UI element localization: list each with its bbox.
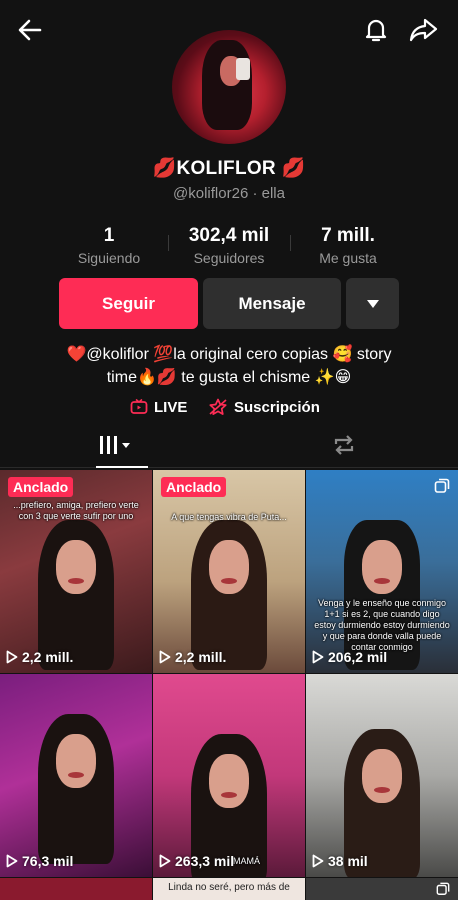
video-tile[interactable] bbox=[306, 878, 458, 900]
stat-value: 302,4 mil bbox=[188, 225, 270, 246]
pinned-badge: Anclado bbox=[161, 477, 227, 497]
video-caption: Venga y le enseño que conmigo 1+1 si es … bbox=[314, 598, 450, 652]
view-count: 38 mil bbox=[312, 853, 368, 869]
bio-line: time🔥💋 te gusta el chisme ✨😁 bbox=[106, 369, 352, 386]
view-count: 206,2 mil bbox=[312, 649, 387, 665]
play-icon bbox=[159, 650, 171, 664]
video-caption: MAMÁ bbox=[233, 856, 260, 866]
triangle-down-icon bbox=[366, 294, 380, 314]
subscription-star-icon bbox=[208, 398, 228, 416]
tab-videos[interactable] bbox=[0, 426, 229, 468]
stat-likes[interactable]: 7 mill. Me gusta bbox=[288, 225, 408, 266]
video-caption: A que tengas vibra de Puta... bbox=[171, 512, 287, 522]
video-tile[interactable]: 38 mil bbox=[306, 674, 458, 877]
pinned-badge: Anclado bbox=[8, 477, 74, 497]
bio-line: ❤️@koliflor 💯la original cero copias 🥰 s… bbox=[66, 346, 392, 363]
live-link[interactable]: LIVE bbox=[130, 398, 187, 416]
profile-bio: ❤️@koliflor 💯la original cero copias 🥰 s… bbox=[30, 343, 428, 389]
video-tile[interactable]: Venga y le enseño que conmigo 1+1 si es … bbox=[306, 470, 458, 673]
stat-label: Me gusta bbox=[319, 250, 377, 266]
view-count: 263,3 mil bbox=[159, 853, 234, 869]
stat-label: Siguiendo bbox=[77, 250, 141, 266]
view-count-value: 76,3 mil bbox=[22, 853, 74, 869]
stat-following[interactable]: 1 Siguiendo bbox=[49, 225, 169, 266]
view-count: 76,3 mil bbox=[6, 853, 73, 869]
tab-reposts[interactable] bbox=[229, 426, 458, 468]
active-tab-indicator bbox=[96, 466, 148, 468]
more-options-button[interactable] bbox=[346, 278, 399, 329]
view-count-value: 2,2 mill. bbox=[22, 649, 74, 665]
content-tabs bbox=[0, 426, 458, 468]
play-icon bbox=[6, 650, 18, 664]
play-icon bbox=[312, 854, 324, 868]
repost-icon bbox=[331, 433, 357, 462]
play-icon bbox=[6, 854, 18, 868]
view-count-value: 38 mil bbox=[328, 853, 368, 869]
profile-avatar[interactable] bbox=[172, 30, 286, 144]
video-tile[interactable]: Anclado A que tengas vibra de Puta... 2,… bbox=[153, 470, 305, 673]
live-label: LIVE bbox=[154, 398, 188, 416]
share-arrow-icon[interactable] bbox=[408, 14, 440, 46]
profile-handle: @koliflor26 · ella bbox=[173, 185, 285, 202]
view-count: 2,2 mill. bbox=[6, 649, 73, 665]
video-tile[interactable]: 76,3 mil bbox=[0, 674, 152, 877]
stat-value: 7 mill. bbox=[321, 225, 375, 246]
video-tile[interactable]: Anclado ...prefiero, amiga, prefiero ver… bbox=[0, 470, 152, 673]
subscription-label: Suscripción bbox=[234, 398, 320, 416]
live-tv-icon bbox=[130, 398, 148, 416]
profile-links: LIVE Suscripción bbox=[0, 398, 458, 422]
bell-icon[interactable] bbox=[360, 14, 392, 46]
subscription-link[interactable]: Suscripción bbox=[208, 398, 320, 416]
video-tile[interactable]: MAMÁ 263,3 mil bbox=[153, 674, 305, 877]
view-count: 2,2 mill. bbox=[159, 649, 226, 665]
video-caption: Linda no seré, pero más de bbox=[168, 882, 290, 893]
play-icon bbox=[159, 854, 171, 868]
stat-value: 1 bbox=[103, 225, 115, 246]
message-button[interactable]: Mensaje bbox=[203, 278, 341, 329]
back-arrow-icon[interactable] bbox=[14, 14, 46, 46]
stat-label: Seguidores bbox=[193, 250, 265, 266]
video-tile[interactable] bbox=[0, 878, 152, 900]
follow-button[interactable]: Seguir bbox=[59, 278, 198, 329]
view-count-value: 206,2 mil bbox=[328, 649, 388, 665]
multi-video-icon bbox=[434, 478, 450, 499]
view-count-value: 2,2 mill. bbox=[175, 649, 227, 665]
grid-bars-icon bbox=[98, 434, 132, 461]
stat-followers[interactable]: 302,4 mil Seguidores bbox=[169, 225, 289, 266]
video-tile[interactable]: Linda no seré, pero más de bbox=[153, 878, 305, 900]
play-icon bbox=[312, 650, 324, 664]
view-count-value: 263,3 mil bbox=[175, 853, 235, 869]
profile-stats: 1 Siguiendo 302,4 mil Seguidores 7 mill.… bbox=[0, 225, 458, 269]
multi-video-icon bbox=[436, 882, 450, 900]
video-caption: ...prefiero, amiga, prefiero verte con 3… bbox=[13, 500, 139, 521]
profile-name: 💋KOLIFLOR 💋 bbox=[152, 158, 306, 179]
